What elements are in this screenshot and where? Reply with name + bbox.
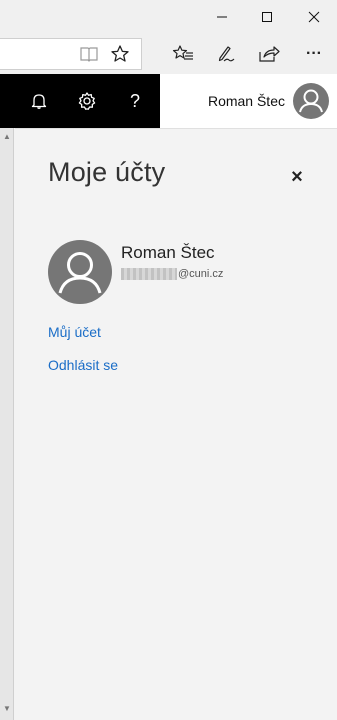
user-avatar-icon — [293, 83, 329, 119]
favorites-hub-button[interactable] — [168, 39, 198, 69]
close-window-button[interactable] — [291, 0, 337, 34]
my-account-link[interactable]: Můj účet — [48, 324, 101, 340]
accounts-panel: Moje účty × Roman Štec @cuni.cz Můj účet… — [15, 128, 337, 720]
header-avatar[interactable] — [293, 83, 329, 119]
more-button[interactable]: ··· — [299, 39, 329, 69]
panel-title: Moje účty — [48, 157, 166, 187]
maximize-icon — [262, 12, 272, 22]
browser-toolbar: ··· — [0, 34, 337, 74]
window-titlebar — [0, 0, 337, 34]
minimize-icon — [217, 16, 227, 18]
panel-close-button[interactable]: × — [287, 165, 307, 188]
minimize-button[interactable] — [199, 0, 245, 34]
bell-icon — [31, 94, 47, 109]
help-icon: ? — [129, 90, 140, 111]
sign-out-link[interactable]: Odhlásit se — [48, 357, 118, 373]
pen-notes-icon — [218, 46, 235, 62]
account-avatar — [48, 240, 112, 304]
help-button[interactable]: ? — [120, 74, 150, 128]
favorites-hub-icon — [172, 45, 193, 60]
account-email: @cuni.cz — [121, 268, 223, 280]
account-name: Roman Štec — [121, 243, 215, 262]
settings-button[interactable] — [72, 74, 102, 128]
redacted-email-part — [121, 268, 177, 280]
header-user-name[interactable]: Roman Štec — [208, 93, 285, 109]
left-scroll-strip[interactable]: ▲ ▼ — [0, 128, 14, 720]
share-button[interactable] — [254, 39, 284, 69]
reading-view-button[interactable] — [74, 39, 104, 69]
close-icon: × — [291, 165, 303, 188]
favorite-star-icon — [111, 45, 129, 62]
web-notes-button[interactable] — [211, 39, 241, 69]
chevron-up-icon: ▲ — [3, 132, 11, 141]
add-favorite-button[interactable] — [105, 39, 135, 69]
reading-view-icon — [80, 47, 98, 62]
more-icon: ··· — [306, 45, 322, 62]
maximize-button[interactable] — [244, 0, 290, 34]
share-icon — [259, 46, 280, 62]
notifications-button[interactable] — [24, 74, 54, 128]
account-email-domain: @cuni.cz — [178, 268, 224, 280]
chevron-down-icon: ▼ — [3, 704, 11, 713]
close-icon — [308, 11, 320, 23]
user-avatar-icon — [48, 240, 112, 304]
gear-icon — [78, 92, 96, 110]
